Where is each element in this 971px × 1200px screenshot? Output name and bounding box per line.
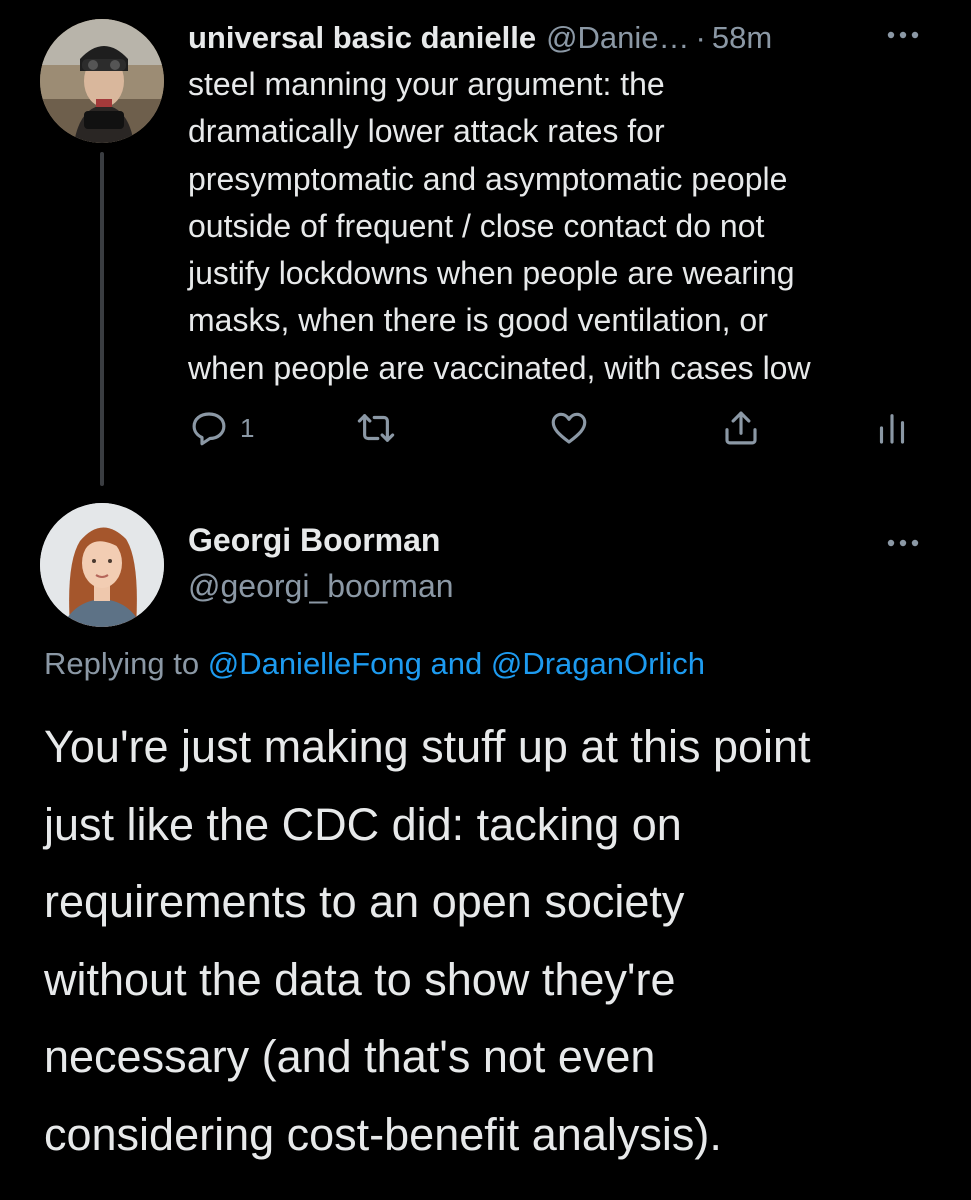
mention-link[interactable]: @DraganOrlich	[491, 646, 705, 681]
author-handle[interactable]: @Danie…	[546, 20, 689, 56]
replying-prefix: Replying to	[44, 646, 200, 681]
thread-connector-line	[100, 152, 104, 486]
tweet-text: You're just making stuff up at this poin…	[44, 721, 811, 1160]
reply-count: 1	[240, 412, 255, 443]
like-button[interactable]	[548, 404, 590, 452]
author-handle[interactable]: @georgi_boorman	[188, 568, 454, 605]
user-avatar-photo[interactable]	[40, 19, 164, 143]
author-name[interactable]: Georgi Boorman	[188, 522, 440, 559]
share-icon	[720, 407, 762, 449]
tweet-text: steel manning your argument: the dramati…	[188, 66, 811, 386]
tweet-action-bar: 1	[188, 404, 918, 452]
user-avatar-photo[interactable]	[40, 503, 164, 627]
author-name[interactable]: universal basic danielle	[188, 20, 536, 56]
retweet-button[interactable]	[354, 404, 398, 452]
retweet-icon	[354, 407, 398, 449]
replying-to-line: Replying to @DanielleFong and @DraganOrl…	[44, 646, 705, 682]
more-horizontal-icon[interactable]	[883, 528, 923, 558]
analytics-button[interactable]	[874, 404, 910, 452]
reply-icon	[188, 407, 230, 449]
share-button[interactable]	[720, 404, 762, 452]
parent-tweet: universal basic danielle @Danie… · 58m s…	[0, 0, 971, 490]
analytics-icon	[874, 407, 910, 449]
more-horizontal-icon[interactable]	[883, 20, 923, 50]
replying-joiner: and	[430, 646, 483, 681]
tweet-header: universal basic danielle @Danie… · 58m	[188, 16, 951, 60]
reply-button[interactable]: 1	[188, 404, 254, 452]
tweet-timestamp[interactable]: 58m	[712, 20, 772, 56]
header-separator: ·	[695, 20, 706, 55]
heart-icon	[548, 407, 590, 449]
mention-link[interactable]: @DanielleFong	[208, 646, 422, 681]
